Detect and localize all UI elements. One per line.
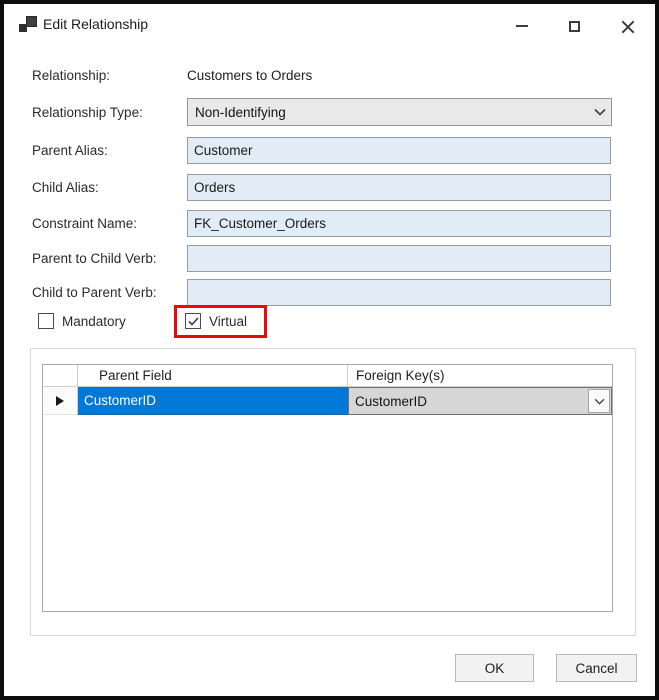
mandatory-checkbox[interactable]: Mandatory (38, 313, 126, 329)
maximize-icon (569, 21, 580, 32)
child-to-parent-verb-input[interactable] (187, 279, 611, 306)
constraint-name-label: Constraint Name: (32, 216, 137, 231)
check-icon (188, 317, 199, 326)
edit-relationship-dialog: Edit Relationship Relationship: Customer… (0, 0, 659, 700)
parent-to-child-verb-input[interactable] (187, 245, 611, 272)
ok-button[interactable]: OK (455, 654, 534, 682)
relationship-label: Relationship: (32, 68, 110, 83)
grid-header-row: Parent Field Foreign Key(s) (43, 365, 612, 387)
foreign-key-selected-value: CustomerID (349, 394, 587, 409)
mandatory-checkbox-box[interactable] (38, 313, 54, 329)
constraint-name-input[interactable] (187, 210, 611, 237)
relationship-type-selected-value: Non-Identifying (195, 105, 589, 120)
virtual-checkbox-box[interactable] (185, 313, 201, 329)
cancel-button[interactable]: Cancel (556, 654, 637, 682)
virtual-checkbox[interactable]: Virtual (185, 313, 247, 329)
virtual-checkbox-label: Virtual (209, 314, 247, 329)
chevron-down-icon (589, 108, 611, 116)
close-button[interactable] (606, 12, 648, 40)
grid-header-foreign-keys[interactable]: Foreign Key(s) (348, 365, 612, 387)
relationship-type-dropdown[interactable]: Non-Identifying (187, 98, 612, 126)
minimize-button[interactable] (501, 12, 543, 40)
row-header-cell[interactable] (43, 387, 78, 415)
maximize-button[interactable] (553, 12, 595, 40)
window-title: Edit Relationship (43, 16, 148, 32)
table-row: CustomerID CustomerID (43, 387, 612, 415)
mandatory-checkbox-label: Mandatory (62, 314, 126, 329)
foreign-key-dropdown[interactable]: CustomerID (348, 387, 612, 415)
foreign-key-dropdown-button[interactable] (588, 389, 610, 413)
child-alias-input[interactable] (187, 174, 611, 201)
relationship-type-label: Relationship Type: (32, 105, 143, 120)
parent-field-cell[interactable]: CustomerID (78, 387, 348, 415)
row-selector-arrow-icon (56, 396, 64, 406)
parent-alias-input[interactable] (187, 137, 611, 164)
minimize-icon (516, 25, 528, 27)
grid-header-parent-field[interactable]: Parent Field (78, 365, 348, 387)
close-icon (621, 20, 634, 33)
child-alias-label: Child Alias: (32, 180, 99, 195)
field-mapping-panel: Parent Field Foreign Key(s) CustomerID C… (30, 348, 636, 636)
grid-corner-header-cell[interactable] (43, 365, 78, 387)
parent-alias-label: Parent Alias: (32, 143, 108, 158)
chevron-down-icon (594, 398, 605, 405)
foreign-key-cell: CustomerID (348, 387, 612, 415)
app-window-icon (19, 16, 37, 34)
parent-to-child-verb-label: Parent to Child Verb: (32, 251, 157, 266)
relationship-value: Customers to Orders (187, 68, 312, 83)
field-mapping-grid: Parent Field Foreign Key(s) CustomerID C… (42, 364, 613, 612)
child-to-parent-verb-label: Child to Parent Verb: (32, 285, 157, 300)
titlebar: Edit Relationship (4, 4, 655, 46)
